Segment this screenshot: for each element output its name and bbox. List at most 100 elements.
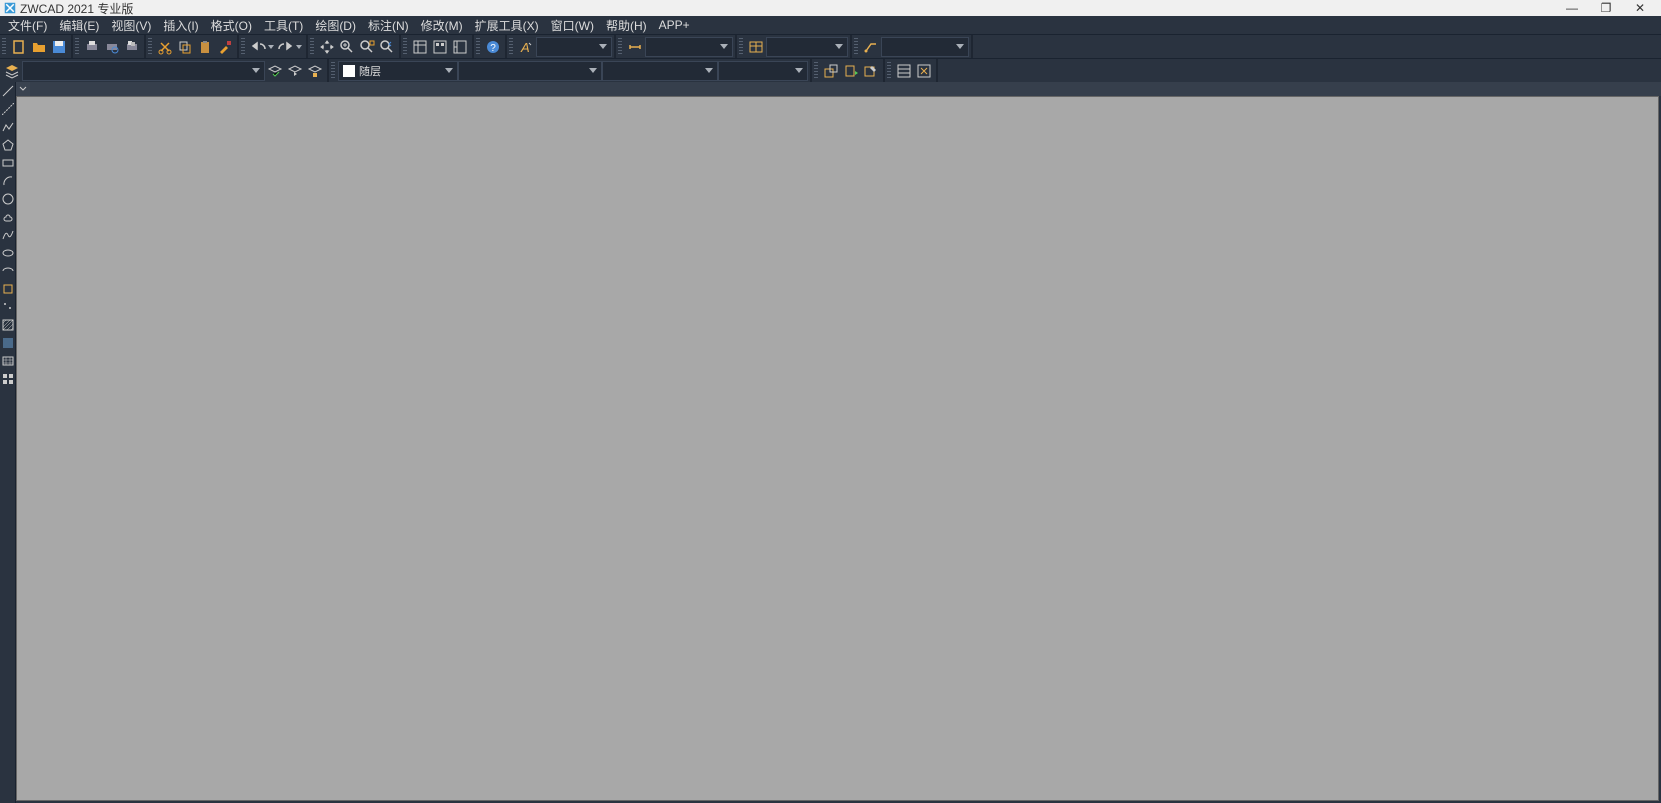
zoom-previous-button[interactable] xyxy=(377,37,397,57)
insert-block-button[interactable] xyxy=(0,280,16,298)
block-make-button[interactable] xyxy=(821,61,841,81)
tab-dropdown-button[interactable] xyxy=(16,82,30,96)
close-button[interactable]: ✕ xyxy=(1633,1,1647,15)
grip-icon[interactable] xyxy=(887,62,891,80)
table-style-button[interactable] xyxy=(746,37,766,57)
zoom-window-button[interactable] xyxy=(357,37,377,57)
minimize-button[interactable]: — xyxy=(1565,1,1579,15)
polyline-button[interactable] xyxy=(0,118,16,136)
design-center-button[interactable] xyxy=(430,37,450,57)
menu-dimension[interactable]: 标注(N) xyxy=(362,17,415,34)
linetype-combo[interactable] xyxy=(458,61,602,81)
construction-line-button[interactable] xyxy=(0,100,16,118)
plot-preview-button[interactable] xyxy=(102,37,122,57)
zoom-realtime-button[interactable] xyxy=(337,37,357,57)
publish-button[interactable] xyxy=(122,37,142,57)
layer-combo[interactable] xyxy=(22,61,265,81)
menubar: 文件(F) 编辑(E) 视图(V) 插入(I) 格式(O) 工具(T) 绘图(D… xyxy=(0,16,1661,34)
save-button[interactable] xyxy=(49,37,69,57)
menu-window[interactable]: 窗口(W) xyxy=(545,17,600,34)
plotstyle-combo[interactable] xyxy=(718,61,808,81)
maximize-button[interactable]: ❐ xyxy=(1599,1,1613,15)
color-swatch-icon xyxy=(343,65,355,77)
open-folder-button[interactable] xyxy=(29,37,49,57)
menu-format[interactable]: 格式(O) xyxy=(205,17,258,34)
grip-icon[interactable] xyxy=(310,38,314,56)
text-style-combo[interactable] xyxy=(536,37,612,57)
menu-edit[interactable]: 编辑(E) xyxy=(53,17,105,34)
grip-icon[interactable] xyxy=(2,38,6,56)
circle-button[interactable] xyxy=(0,190,16,208)
grip-icon[interactable] xyxy=(854,38,858,56)
polygon-button[interactable] xyxy=(0,136,16,154)
grip-icon[interactable] xyxy=(476,38,480,56)
titlebar: ZWCAD 2021 专业版 — ❐ ✕ xyxy=(0,0,1661,16)
region-button[interactable] xyxy=(0,334,16,352)
menu-express[interactable]: 扩展工具(X) xyxy=(469,17,545,34)
grip-icon[interactable] xyxy=(241,38,245,56)
copy-button[interactable] xyxy=(175,37,195,57)
layer-manager-button[interactable] xyxy=(2,61,22,81)
multileader-style-combo[interactable] xyxy=(881,37,969,57)
table-style-combo[interactable] xyxy=(766,37,848,57)
arc-button[interactable] xyxy=(0,172,16,190)
grip-icon[interactable] xyxy=(75,38,79,56)
text-style-button[interactable]: A xyxy=(516,37,536,57)
grip-icon[interactable] xyxy=(148,38,152,56)
pan-button[interactable] xyxy=(317,37,337,57)
toolbar-row-1: ? A xyxy=(0,34,1661,58)
grip-icon[interactable] xyxy=(739,38,743,56)
mtext-button[interactable] xyxy=(0,370,16,388)
match-properties-button[interactable] xyxy=(215,37,235,57)
redo-button[interactable] xyxy=(276,37,304,57)
block-edit-button[interactable] xyxy=(861,61,881,81)
hatch-button[interactable] xyxy=(0,316,16,334)
tool-palette-button[interactable] xyxy=(450,37,470,57)
undo-button[interactable] xyxy=(248,37,276,57)
plot-button[interactable] xyxy=(82,37,102,57)
grip-icon[interactable] xyxy=(509,38,513,56)
layer-previous-button[interactable] xyxy=(285,61,305,81)
help-button[interactable]: ? xyxy=(483,37,503,57)
xref-list-button[interactable] xyxy=(894,61,914,81)
grip-icon[interactable] xyxy=(403,38,407,56)
menu-tools[interactable]: 工具(T) xyxy=(258,17,309,34)
multileader-style-button[interactable] xyxy=(861,37,881,57)
block-insert-button[interactable] xyxy=(841,61,861,81)
grip-icon[interactable] xyxy=(618,38,622,56)
new-file-button[interactable] xyxy=(9,37,29,57)
canvas-frame xyxy=(16,82,1661,803)
toolbar-row-2: 随层 xyxy=(0,58,1661,82)
spline-button[interactable] xyxy=(0,226,16,244)
dim-style-button[interactable] xyxy=(625,37,645,57)
menu-file[interactable]: 文件(F) xyxy=(2,17,53,34)
menu-insert[interactable]: 插入(I) xyxy=(157,17,204,34)
menu-view[interactable]: 视图(V) xyxy=(105,17,157,34)
ellipse-arc-button[interactable] xyxy=(0,262,16,280)
lineweight-combo[interactable] xyxy=(602,61,718,81)
menu-help[interactable]: 帮助(H) xyxy=(600,17,653,34)
color-combo[interactable]: 随层 xyxy=(338,61,458,81)
svg-text:A: A xyxy=(520,40,530,55)
line-button[interactable] xyxy=(0,82,16,100)
layer-set-current-button[interactable] xyxy=(265,61,285,81)
revcloud-button[interactable] xyxy=(0,208,16,226)
tab-rail xyxy=(30,82,1661,96)
ellipse-button[interactable] xyxy=(0,244,16,262)
color-combo-label: 随层 xyxy=(359,63,381,79)
dim-style-combo[interactable] xyxy=(645,37,733,57)
paste-button[interactable] xyxy=(195,37,215,57)
menu-draw[interactable]: 绘图(D) xyxy=(309,17,362,34)
xref-clip-button[interactable] xyxy=(914,61,934,81)
properties-panel-button[interactable] xyxy=(410,37,430,57)
layer-lock-button[interactable] xyxy=(305,61,325,81)
menu-modify[interactable]: 修改(M) xyxy=(415,17,469,34)
menu-app[interactable]: APP+ xyxy=(653,18,696,32)
rectangle-button[interactable] xyxy=(0,154,16,172)
table-button[interactable] xyxy=(0,352,16,370)
cut-button[interactable] xyxy=(155,37,175,57)
grip-icon[interactable] xyxy=(331,62,335,80)
drawing-canvas[interactable] xyxy=(16,96,1659,801)
point-button[interactable] xyxy=(0,298,16,316)
grip-icon[interactable] xyxy=(814,62,818,80)
